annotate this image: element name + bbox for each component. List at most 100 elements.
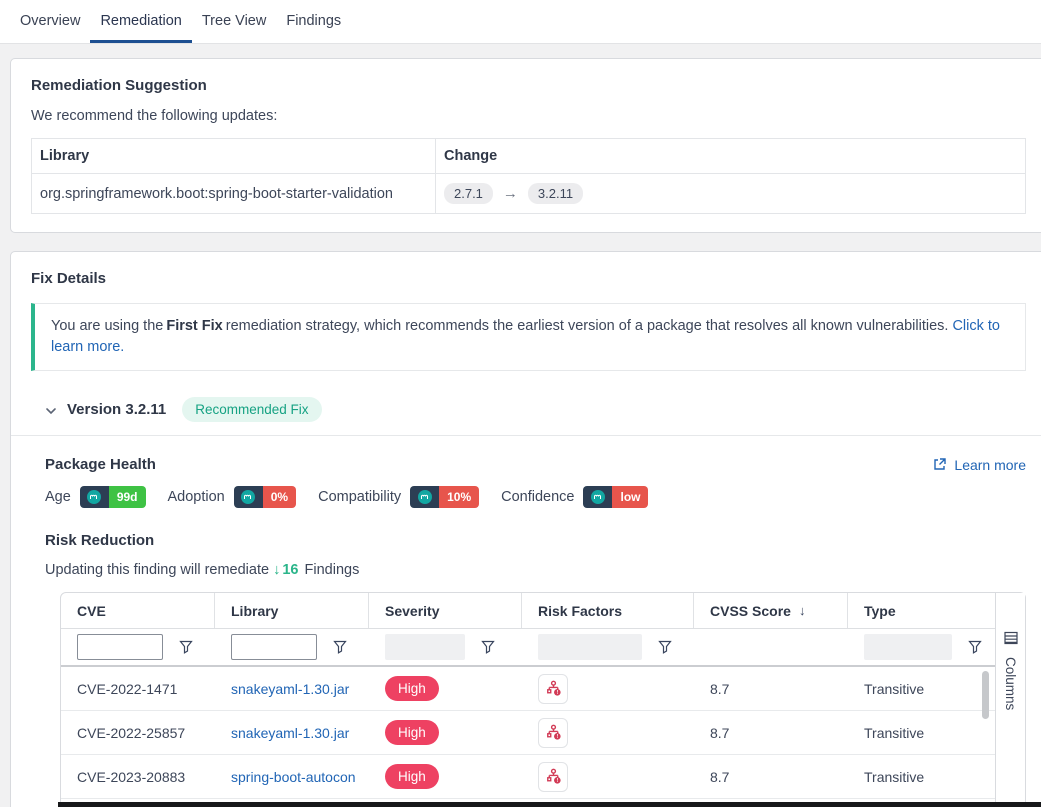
column-header-cvss-score[interactable]: CVSS Score ↓ bbox=[694, 593, 848, 628]
severity-filter-funnel-icon[interactable] bbox=[481, 640, 495, 654]
cvss-cell: 8.7 bbox=[694, 681, 848, 697]
columns-grid-icon bbox=[1004, 631, 1018, 645]
svg-text:!: ! bbox=[556, 690, 558, 696]
column-header-severity[interactable]: Severity bbox=[369, 593, 522, 628]
version-header-row[interactable]: Version 3.2.11 Recommended Fix bbox=[45, 397, 1026, 422]
cve-cell: CVE-2022-25857 bbox=[61, 725, 215, 741]
cvss-header-label: CVSS Score bbox=[710, 603, 791, 619]
transitive-risk-icon[interactable]: ! bbox=[538, 762, 568, 792]
callout-body: remediation strategy, which recommends t… bbox=[226, 318, 949, 334]
library-column-header: Library bbox=[32, 139, 436, 173]
svg-text:!: ! bbox=[556, 778, 558, 784]
metric-confidence-value: low bbox=[612, 486, 648, 508]
svg-text:!: ! bbox=[556, 734, 558, 740]
severity-filter-input[interactable] bbox=[385, 634, 465, 660]
tab-tree-view[interactable]: Tree View bbox=[192, 0, 276, 43]
package-health-logo-icon bbox=[410, 486, 439, 508]
library-name: org.springframework.boot:spring-boot-sta… bbox=[32, 174, 436, 213]
findings-table-header: CVE Library Severity Risk Factors CVSS S… bbox=[61, 593, 995, 629]
columns-button-label: Columns bbox=[1003, 657, 1018, 710]
cve-cell: CVE-2022-1471 bbox=[61, 681, 215, 697]
decrease-arrow-icon: ↓ bbox=[273, 562, 280, 578]
columns-panel-toggle[interactable]: Columns bbox=[995, 593, 1025, 807]
type-filter-funnel-icon[interactable] bbox=[968, 640, 982, 654]
chevron-down-icon[interactable] bbox=[45, 404, 57, 416]
table-row: CVE-2022-25857 snakeyaml-1.30.jar High !… bbox=[61, 711, 995, 755]
column-header-library[interactable]: Library bbox=[215, 593, 369, 628]
table-vertical-scrollbar[interactable] bbox=[982, 671, 989, 719]
risk-factors-filter-funnel-icon[interactable] bbox=[658, 640, 672, 654]
metric-adoption: Adoption 0% bbox=[168, 486, 297, 508]
risk-factors-filter-input[interactable] bbox=[538, 634, 642, 660]
transitive-risk-icon[interactable]: ! bbox=[538, 718, 568, 748]
cvss-cell: 8.7 bbox=[694, 769, 848, 785]
metric-confidence: Confidence low bbox=[501, 486, 648, 508]
column-header-type[interactable]: Type bbox=[848, 593, 995, 628]
recommended-fix-badge: Recommended Fix bbox=[182, 397, 321, 422]
library-filter-input[interactable] bbox=[231, 634, 317, 660]
strategy-callout: You are using theFirst Fixremediation st… bbox=[31, 303, 1026, 371]
table-row: CVE-2023-20883 spring-boot-autocon High … bbox=[61, 755, 995, 799]
type-filter-input[interactable] bbox=[864, 634, 952, 660]
risk-reduction-title: Risk Reduction bbox=[45, 532, 1026, 549]
remediated-findings-count: 16 bbox=[282, 562, 298, 578]
viewport-bottom-edge bbox=[58, 802, 1041, 807]
findings-filter-row bbox=[61, 629, 995, 667]
library-link[interactable]: snakeyaml-1.30.jar bbox=[231, 681, 349, 697]
callout-prefix: You are using the bbox=[51, 318, 163, 334]
metric-compatibility-label: Compatibility bbox=[318, 489, 401, 505]
change-cell: 2.7.1 → 3.2.11 bbox=[436, 174, 595, 213]
from-version-pill: 2.7.1 bbox=[444, 183, 493, 204]
table-row: CVE-2022-1471 snakeyaml-1.30.jar High ! … bbox=[61, 667, 995, 711]
learn-more-link[interactable]: Learn more bbox=[932, 457, 1026, 473]
version-change-arrow-icon: → bbox=[503, 185, 518, 202]
risk-reduction-text-after: Findings bbox=[305, 562, 360, 578]
metric-compatibility-value: 10% bbox=[439, 486, 479, 508]
metric-confidence-badge: low bbox=[583, 486, 648, 508]
suggestion-table-header: Library Change bbox=[32, 139, 1025, 174]
cve-filter-funnel-icon[interactable] bbox=[179, 640, 193, 654]
tab-bar: Overview Remediation Tree View Findings bbox=[0, 0, 1041, 44]
metric-age-value: 99d bbox=[109, 486, 146, 508]
metric-age-badge: 99d bbox=[80, 486, 146, 508]
tab-findings[interactable]: Findings bbox=[276, 0, 351, 43]
to-version-pill: 3.2.11 bbox=[528, 183, 583, 204]
type-cell: Transitive bbox=[848, 725, 995, 741]
version-section: Version 3.2.11 Recommended Fix Package H… bbox=[45, 397, 1026, 807]
section-divider bbox=[11, 435, 1041, 436]
library-link[interactable]: spring-boot-autocon bbox=[231, 769, 356, 785]
callout-strategy-name: First Fix bbox=[166, 318, 222, 334]
learn-more-label: Learn more bbox=[954, 457, 1026, 473]
severity-badge: High bbox=[385, 676, 439, 701]
metric-age: Age 99d bbox=[45, 486, 146, 508]
version-title: Version 3.2.11 bbox=[67, 401, 166, 418]
tab-remediation[interactable]: Remediation bbox=[90, 0, 191, 43]
column-header-cve[interactable]: CVE bbox=[61, 593, 215, 628]
severity-badge: High bbox=[385, 720, 439, 745]
transitive-risk-icon[interactable]: ! bbox=[538, 674, 568, 704]
severity-badge: High bbox=[385, 764, 439, 789]
cve-filter-input[interactable] bbox=[77, 634, 163, 660]
type-cell: Transitive bbox=[848, 769, 995, 785]
library-link[interactable]: snakeyaml-1.30.jar bbox=[231, 725, 349, 741]
type-cell: Transitive bbox=[848, 681, 995, 697]
package-health-logo-icon bbox=[234, 486, 263, 508]
column-header-risk-factors[interactable]: Risk Factors bbox=[522, 593, 694, 628]
metric-age-label: Age bbox=[45, 489, 71, 505]
metric-compatibility-badge: 10% bbox=[410, 486, 479, 508]
change-column-header: Change bbox=[436, 139, 509, 173]
package-health-title: Package Health bbox=[45, 456, 156, 473]
findings-table: CVE Library Severity Risk Factors CVSS S… bbox=[60, 592, 1026, 807]
tab-overview[interactable]: Overview bbox=[10, 0, 90, 43]
risk-reduction-text: Updating this finding will remediate bbox=[45, 562, 269, 578]
package-health-logo-icon bbox=[583, 486, 612, 508]
suggestion-table-row: org.springframework.boot:spring-boot-sta… bbox=[32, 174, 1025, 213]
package-health-logo-icon bbox=[80, 486, 109, 508]
fix-details-card: Fix Details You are using theFirst Fixre… bbox=[10, 251, 1041, 807]
remediation-suggestion-title: Remediation Suggestion bbox=[31, 77, 1026, 94]
cve-cell: CVE-2023-20883 bbox=[61, 769, 215, 785]
library-filter-funnel-icon[interactable] bbox=[333, 640, 347, 654]
risk-reduction-line: Updating this finding will remediate ↓16… bbox=[45, 562, 1026, 578]
cvss-cell: 8.7 bbox=[694, 725, 848, 741]
sort-desc-arrow-icon[interactable]: ↓ bbox=[799, 603, 806, 618]
